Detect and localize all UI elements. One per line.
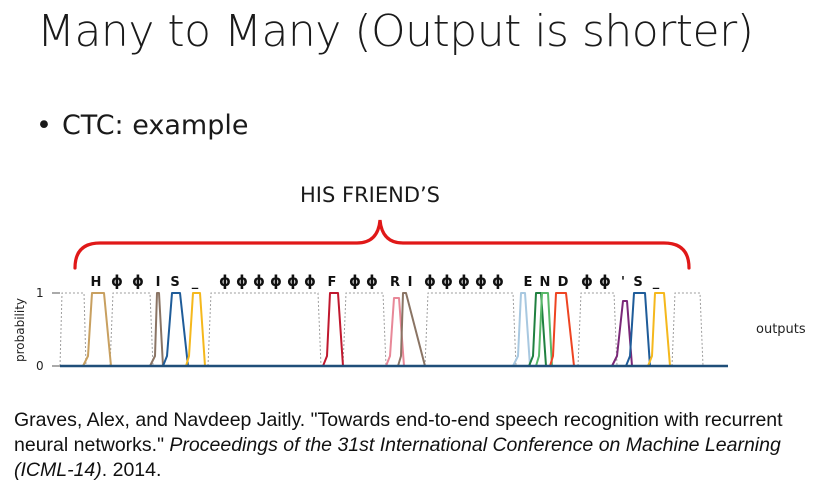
symbol-label: ϕ bbox=[287, 272, 299, 290]
y-tick-1: 1 bbox=[36, 286, 44, 300]
symbol-label: N bbox=[540, 275, 551, 290]
symbol-label: I bbox=[408, 275, 413, 290]
symbol-label: R bbox=[390, 275, 400, 290]
symbol-label: H bbox=[91, 275, 102, 290]
symbol-label: ' bbox=[621, 275, 625, 290]
symbol-label: _ bbox=[653, 275, 660, 290]
bullet-item: • CTC: example bbox=[36, 110, 248, 141]
symbol-label: I bbox=[156, 275, 161, 290]
symbol-label: ϕ bbox=[253, 272, 265, 290]
ctc-figure: Hϕ ϕ I S _ ϕ ϕ ϕ ϕ ϕ ϕ Fϕ ϕ R Iϕ ϕ ϕ ϕ ϕ E N Dϕ ϕ ' S _ probabili… bbox=[13, 219, 806, 373]
symbol-label: D bbox=[558, 275, 569, 290]
curly-brace-icon bbox=[73, 219, 691, 270]
symbol-label: ϕ bbox=[349, 272, 361, 290]
y-axis-label: probability bbox=[13, 298, 27, 362]
symbol-label: ϕ bbox=[492, 272, 504, 290]
bullet-dot-icon: • bbox=[36, 110, 52, 141]
symbol-label: S bbox=[633, 275, 642, 290]
bullet-text: CTC: example bbox=[61, 110, 249, 141]
symbol-label: ϕ bbox=[458, 272, 470, 290]
label-probability-spikes bbox=[82, 292, 671, 367]
symbol-label: ϕ bbox=[599, 272, 611, 290]
probability-spike bbox=[647, 292, 671, 367]
blank-curve bbox=[59, 292, 87, 367]
symbol-label: ϕ bbox=[424, 272, 436, 290]
symbol-label: ϕ bbox=[475, 272, 487, 290]
probability-spike bbox=[397, 292, 426, 367]
probability-spike bbox=[322, 292, 344, 367]
blank-curve bbox=[577, 292, 618, 367]
blank-curve bbox=[109, 292, 154, 367]
blank-curve bbox=[207, 292, 322, 367]
blank-curve bbox=[671, 292, 704, 367]
symbol-label: ϕ bbox=[441, 272, 453, 290]
symbol-label: ϕ bbox=[219, 272, 231, 290]
symbol-label-row: Hϕ ϕ I S _ ϕ ϕ ϕ ϕ ϕ ϕ Fϕ ϕ R Iϕ ϕ ϕ ϕ ϕ E N Dϕ ϕ ' S _ bbox=[91, 272, 660, 290]
probability-spike bbox=[185, 292, 206, 367]
citation-authors: Graves, Alex, and Navdeep Jaitly. bbox=[14, 409, 311, 431]
symbol-label: _ bbox=[192, 275, 199, 290]
symbol-label: E bbox=[524, 275, 533, 290]
blank-curve bbox=[342, 292, 387, 367]
probability-spike bbox=[82, 292, 112, 367]
transcript-label: HIS FRIEND’S bbox=[300, 183, 441, 207]
probability-spike bbox=[162, 292, 189, 367]
probability-spike bbox=[149, 292, 164, 367]
symbol-label: S bbox=[170, 275, 179, 290]
symbol-label: ϕ bbox=[304, 272, 316, 290]
citation: Graves, Alex, and Navdeep Jaitly. "Towar… bbox=[14, 408, 814, 483]
symbol-label: ϕ bbox=[236, 272, 248, 290]
symbol-label: ϕ bbox=[270, 272, 282, 290]
symbol-label: F bbox=[328, 275, 337, 290]
blank-curve bbox=[424, 292, 517, 367]
symbol-label: ϕ bbox=[366, 272, 378, 290]
citation-year: . 2014. bbox=[101, 459, 162, 481]
symbol-label: ϕ bbox=[581, 272, 593, 290]
y-tick-0: 0 bbox=[36, 359, 44, 373]
probability-spike bbox=[549, 292, 575, 367]
probability-spike bbox=[528, 292, 547, 367]
symbol-label: ϕ bbox=[132, 272, 144, 290]
outputs-label: outputs bbox=[756, 322, 806, 337]
slide-title: Many to Many (Output is shorter) bbox=[37, 6, 754, 57]
symbol-label: ϕ bbox=[111, 272, 123, 290]
